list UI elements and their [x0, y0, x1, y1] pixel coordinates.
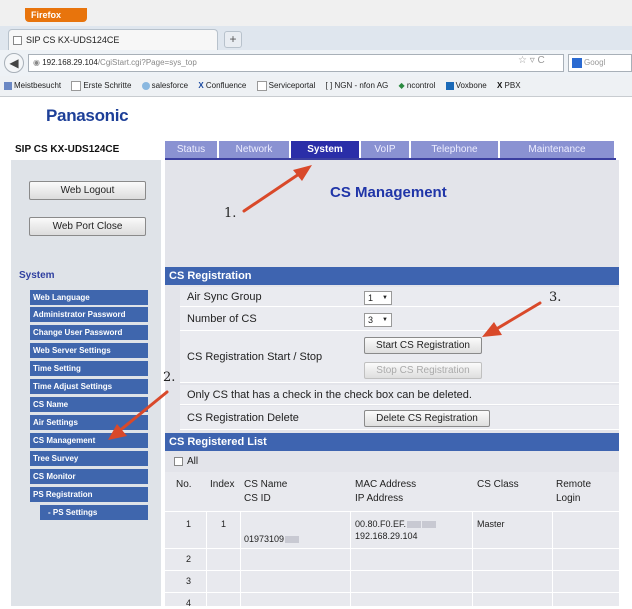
arrow-2-icon [116, 390, 169, 434]
annotation-3: 3. [549, 290, 562, 305]
annotation-1: 1. [224, 206, 237, 221]
arrow-3-head-icon [482, 322, 502, 337]
arrow-1-icon [242, 170, 304, 213]
annotation-2: 2. [163, 370, 176, 385]
arrow-3-icon [491, 301, 542, 333]
arrow-1-head-icon [293, 165, 312, 181]
annotation-arrows [108, 165, 542, 440]
